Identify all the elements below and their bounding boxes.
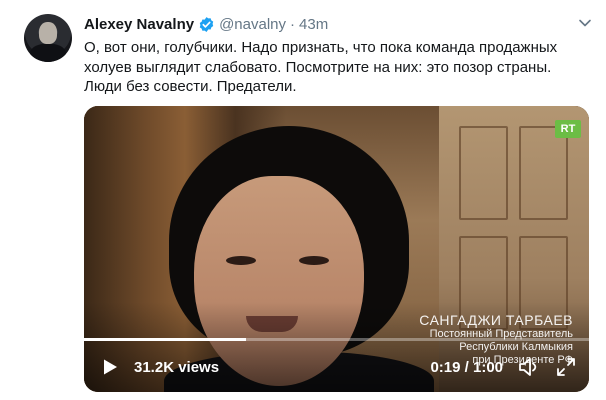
wall-panel bbox=[459, 126, 508, 220]
tweet-card[interactable]: Alexey Navalny @navalny · 43m О, вот они… bbox=[0, 0, 606, 400]
person-eye bbox=[299, 256, 329, 265]
wall-panel bbox=[519, 126, 568, 220]
verified-badge-icon bbox=[199, 16, 214, 32]
video-time: 0:19 / 1:00 bbox=[430, 358, 503, 376]
avatar-body bbox=[30, 44, 66, 62]
play-icon[interactable] bbox=[100, 357, 120, 377]
tweet-timestamp[interactable]: 43m bbox=[299, 16, 328, 33]
video-progress-fill bbox=[84, 338, 246, 341]
video-player[interactable]: RT САНГАДЖИ ТАРБАЕВ Постоянный Представи… bbox=[84, 106, 589, 392]
chevron-down-icon[interactable] bbox=[578, 16, 592, 30]
view-count: 31.2K views bbox=[134, 358, 220, 376]
person-eye bbox=[226, 256, 256, 265]
avatar-face bbox=[39, 22, 57, 44]
author-name[interactable]: Alexey Navalny bbox=[84, 16, 194, 33]
rt-logo: RT bbox=[555, 120, 581, 138]
author-handle[interactable]: @navalny bbox=[219, 16, 286, 33]
video-controls: 31.2K views 0:19 / 1:00 bbox=[84, 350, 589, 384]
volume-icon[interactable] bbox=[517, 356, 541, 378]
video-progress-bar[interactable] bbox=[84, 338, 589, 341]
caption-name: САНГАДЖИ ТАРБАЕВ bbox=[419, 312, 573, 328]
fullscreen-icon[interactable] bbox=[555, 356, 577, 378]
separator-dot: · bbox=[290, 15, 296, 33]
tweet-text: О, вот они, голубчики. Надо признать, чт… bbox=[84, 39, 558, 95]
tweet-header: Alexey Navalny @navalny · 43m bbox=[84, 14, 328, 34]
author-avatar[interactable] bbox=[24, 14, 72, 62]
